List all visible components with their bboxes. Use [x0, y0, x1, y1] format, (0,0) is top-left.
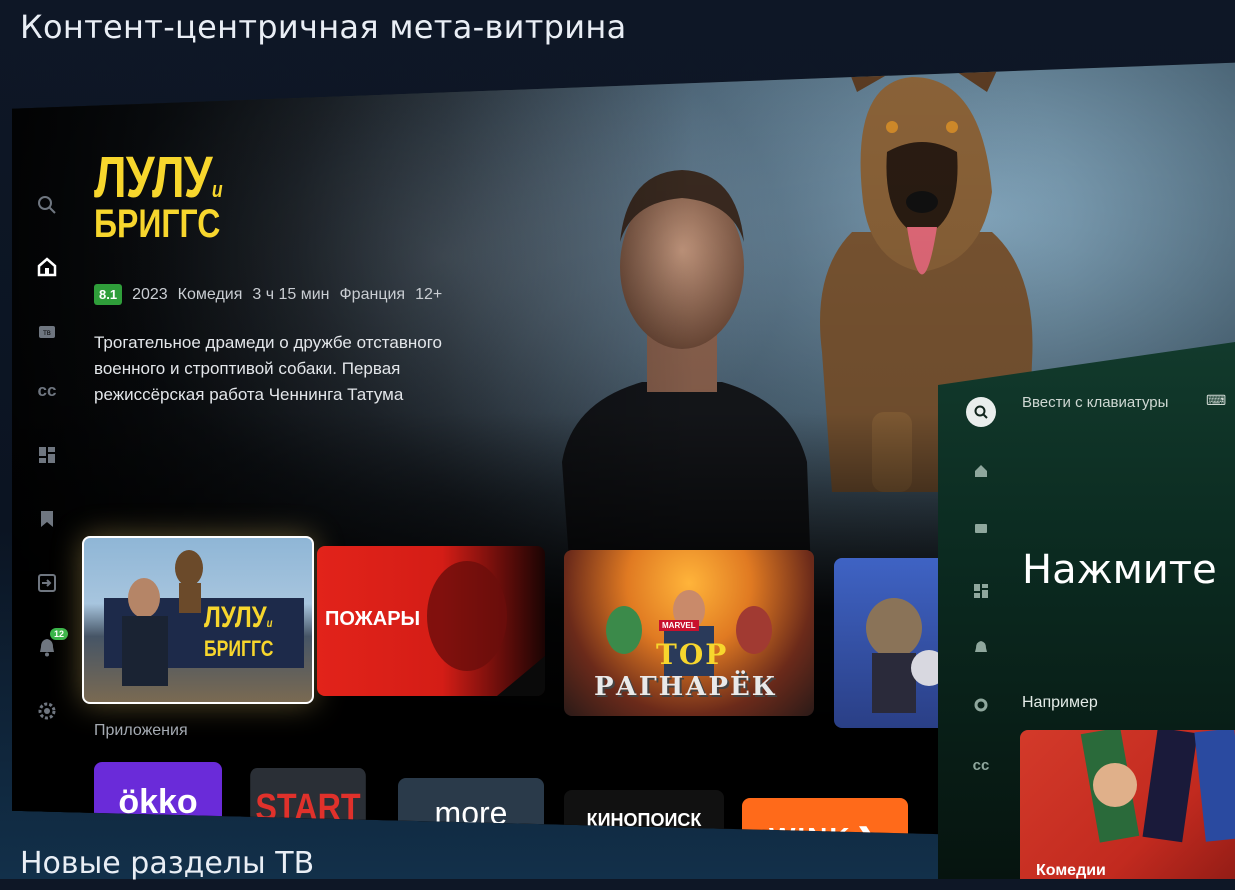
bookmark-icon[interactable]	[34, 506, 60, 532]
example-card-comedy[interactable]: Комедии	[1020, 730, 1235, 879]
card-title-line1: ЛУЛУ	[204, 601, 267, 634]
gear-icon[interactable]	[970, 694, 992, 716]
hero-age: 12+	[415, 285, 443, 303]
hero-country: Франция	[339, 285, 406, 303]
tv-icon[interactable]	[970, 517, 992, 539]
app-label: START	[255, 786, 361, 829]
hero-title-line1: ЛУЛУ	[94, 145, 213, 210]
panel-prompt: Нажмите	[1022, 547, 1217, 593]
hero-meta: 8.1 2023 Комедия 3 ч 15 мин Франция 12+	[94, 284, 442, 305]
apps-section-label: Приложения	[94, 722, 188, 739]
hero-description: Трогательное драмеди о дружбе отставного…	[94, 333, 442, 404]
card-title: ЛУЛУи БРИГГС	[204, 601, 274, 661]
hero-title-conj: и	[211, 177, 223, 202]
home-icon[interactable]	[970, 460, 992, 482]
app-label: ökko	[118, 782, 198, 821]
card-title: ПОЖАРЫ	[325, 608, 421, 630]
tv-icon[interactable]: ТВ	[34, 318, 60, 344]
search-icon[interactable]	[34, 192, 60, 218]
gear-icon[interactable]	[34, 698, 60, 724]
caption-bottom: Новые разделы ТВ	[20, 846, 315, 881]
lulu-poster-art	[104, 550, 304, 686]
hero-year: 2023	[132, 285, 168, 303]
keyboard-input-field[interactable]: Ввести с клавиатуры	[1022, 394, 1168, 411]
content-card-pozhary[interactable]: ПОЖАРЫ	[317, 546, 545, 696]
card-title: ТОР	[656, 638, 729, 671]
search-icon[interactable]	[966, 397, 996, 427]
app-label: more	[434, 794, 508, 831]
app-okko[interactable]: ökko	[94, 762, 222, 842]
card-title-conj: и	[266, 616, 273, 630]
card-subtitle: РАГНАРЁК	[594, 672, 778, 702]
panel-example-label: Например	[1022, 694, 1098, 711]
app-label: КИНОПОИСК	[586, 809, 702, 830]
app-kinopoisk[interactable]: КИНОПОИСК	[564, 790, 724, 842]
keyboard-icon[interactable]: ⌨	[1206, 392, 1226, 409]
cc-icon[interactable]: cc	[970, 754, 992, 776]
apps-grid-icon[interactable]	[34, 442, 60, 468]
card-title-line2: БРИГГС	[204, 635, 274, 661]
content-card-thor[interactable]: MARVEL ТОР РАГНАРЁК	[564, 550, 814, 716]
caption-top: Контент-центричная мета-витрина	[20, 8, 627, 46]
chevron-right-icon: ❯	[855, 822, 882, 843]
example-card-title: Комедии	[1036, 862, 1106, 879]
hero-title-line2: БРИГГС	[94, 202, 221, 247]
app-wink[interactable]: WINK ❯	[742, 798, 908, 842]
hero-genre: Комедия	[177, 285, 243, 303]
rating-badge: 8.1	[94, 284, 123, 305]
apps-grid-icon[interactable]	[970, 580, 992, 602]
app-start[interactable]: START	[250, 768, 366, 842]
bell-icon[interactable]: 12	[34, 628, 69, 660]
content-card-lulu[interactable]: ЛУЛУи БРИГГС	[82, 536, 314, 704]
notification-badge: 12	[50, 628, 69, 640]
hero-duration: 3 ч 15 мин	[252, 285, 330, 303]
search-panel: Ввести с клавиатуры ⌨ cc Нажмите Наприме…	[938, 342, 1235, 879]
input-source-icon[interactable]	[34, 570, 60, 596]
app-more[interactable]: more	[398, 778, 544, 842]
svg-text:ТВ: ТВ	[42, 330, 51, 337]
home-icon[interactable]	[34, 254, 60, 280]
marvel-logo: MARVEL	[659, 620, 699, 631]
app-label: WINK	[768, 822, 852, 842]
hero-title-logo: ЛУЛУи БРИГГС	[94, 149, 264, 247]
bell-icon[interactable]	[970, 637, 992, 659]
cc-icon[interactable]: cc	[34, 378, 60, 404]
